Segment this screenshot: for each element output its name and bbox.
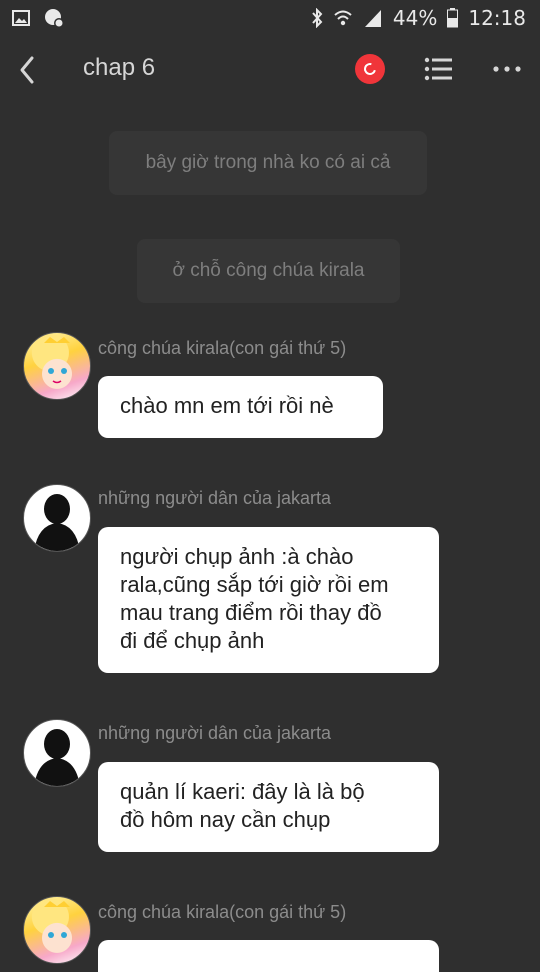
- wifi-icon: [334, 10, 352, 26]
- app-header: chap 6: [0, 40, 540, 100]
- princess-avatar-art: [44, 337, 70, 384]
- silhouette-avatar[interactable]: [23, 484, 91, 552]
- battery-percent: 44%: [392, 6, 438, 30]
- sender-name: những người dân của jakarta: [98, 488, 332, 508]
- person-silhouette-icon: [34, 729, 80, 786]
- page-title: chap 6: [83, 54, 156, 81]
- more-options-icon[interactable]: [492, 56, 522, 82]
- sender-name: công chúa kirala(con gái thứ 5): [98, 902, 347, 922]
- battery-icon: [447, 8, 459, 28]
- message-bubble[interactable]: chào mn em tới rồi nè: [98, 376, 383, 438]
- narration-bubble: ở chỗ công chúa kirala: [137, 239, 400, 303]
- sender-name: những người dân của jakarta: [98, 723, 332, 743]
- bluetooth-icon: [312, 8, 323, 28]
- person-silhouette-icon: [34, 494, 80, 551]
- princess-avatar[interactable]: [23, 332, 91, 400]
- sender-name: công chúa kirala(con gái thứ 5): [98, 338, 347, 358]
- signal-icon: [364, 10, 381, 27]
- narration-bubble: bây giờ trong nhà ko có ai cả: [109, 131, 427, 195]
- message-bubble[interactable]: quản lí kaeri: đây là là bộ đồ hôm nay c…: [98, 762, 439, 852]
- record-icon[interactable]: [355, 54, 385, 84]
- back-arrow-icon[interactable]: [14, 52, 46, 88]
- clock: 12:18: [468, 6, 526, 30]
- image-notification-icon: [12, 10, 30, 26]
- chapter-list-icon[interactable]: [424, 56, 452, 82]
- silhouette-avatar[interactable]: [23, 719, 91, 787]
- princess-avatar-art: [44, 901, 70, 938]
- message-bubble[interactable]: người chụp ảnh :à chào rala,cũng sắp tới…: [98, 527, 439, 673]
- message-bubble[interactable]: [98, 940, 439, 972]
- chat-notification-icon: [45, 9, 64, 28]
- princess-avatar[interactable]: [23, 896, 91, 964]
- status-bar: 44% 12:18: [0, 0, 540, 36]
